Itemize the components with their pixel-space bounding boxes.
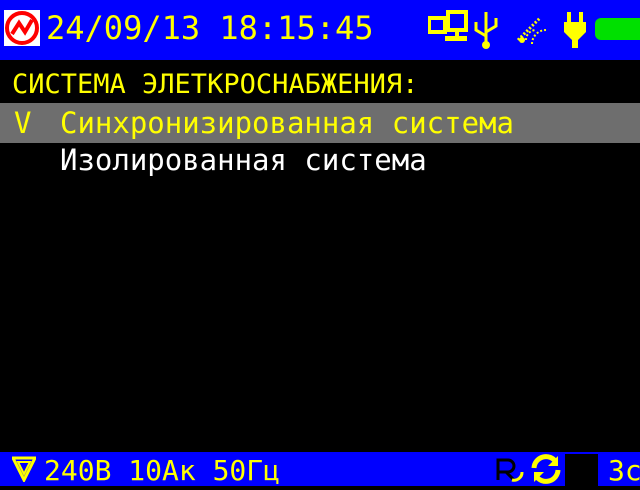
menu-item-label: Синхронизированная система (60, 106, 514, 140)
filter-icon[interactable] (12, 456, 36, 482)
network-icon[interactable] (428, 10, 468, 48)
menu-title: СИСТЕМА ЭЛЕТКРОСНАБЖЕНИЯ: (12, 69, 419, 100)
time-interval: 3с (608, 454, 640, 487)
battery-icon (595, 18, 640, 40)
logo-icon (4, 10, 40, 46)
status-bar: 24/09/13 18:15:45 (0, 0, 640, 60)
wireless-icon[interactable] (512, 10, 550, 48)
bottom-status-bar: 240В 10Ак 50Гц 3с (0, 452, 640, 487)
sync-icon[interactable] (530, 454, 562, 484)
menu-item-label: Изолированная система (60, 143, 427, 177)
status-indicator-block (565, 454, 598, 486)
selected-check-mark: V (14, 106, 32, 140)
measurement-settings: 240В 10Ак 50Гц (44, 454, 281, 487)
power-plug-icon (564, 12, 586, 48)
rotation-icon[interactable] (494, 454, 524, 484)
menu-item-synchronized-system[interactable]: V Синхронизированная система (0, 103, 640, 143)
usb-icon[interactable] (474, 10, 498, 50)
datetime: 24/09/13 18:15:45 (46, 9, 374, 47)
menu-item-isolated-system[interactable]: Изолированная система (0, 140, 640, 180)
